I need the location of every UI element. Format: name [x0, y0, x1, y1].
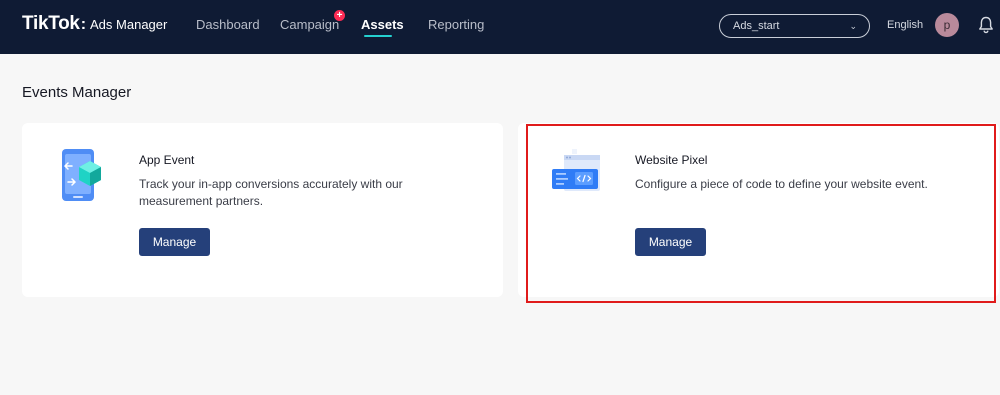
card-description: Track your in-app conversions accurately…: [139, 177, 403, 208]
language-switch[interactable]: English: [887, 19, 923, 31]
card-title: App Event: [139, 153, 195, 167]
manage-website-pixel-button[interactable]: Manage: [635, 228, 706, 256]
page-title: Events Manager: [22, 84, 132, 101]
browser-code-icon: [552, 149, 600, 191]
bell-icon[interactable]: [978, 16, 994, 34]
website-pixel-card: Website Pixel Configure a piece of code …: [518, 123, 999, 297]
card-description: Configure a piece of code to define your…: [635, 177, 928, 191]
top-navigation-bar: TikTok : Ads Manager Dashboard Campaign …: [0, 0, 1000, 54]
account-select[interactable]: Ads_start ⌄: [719, 14, 870, 38]
nav-dashboard[interactable]: Dashboard: [196, 17, 260, 32]
avatar[interactable]: p: [935, 13, 959, 37]
card-title: Website Pixel: [635, 153, 708, 167]
manage-app-event-button[interactable]: Manage: [139, 228, 210, 256]
nav-campaign[interactable]: Campaign: [280, 17, 339, 32]
brand-name: TikTok: [22, 13, 80, 34]
nav-reporting[interactable]: Reporting: [428, 17, 484, 32]
account-select-value: Ads_start: [733, 20, 780, 32]
mobile-app-icon: [62, 149, 101, 201]
brand-separator: :: [80, 16, 87, 33]
app-event-card: App Event Track your in-app conversions …: [22, 123, 503, 297]
campaign-plus-badge: +: [334, 10, 345, 21]
brand-product: Ads Manager: [90, 17, 168, 32]
nav-assets[interactable]: Assets: [361, 17, 404, 32]
chevron-down-icon: ⌄: [849, 21, 857, 31]
active-tab-indicator: [364, 35, 392, 37]
brand-logo[interactable]: TikTok : Ads Manager: [22, 13, 167, 35]
